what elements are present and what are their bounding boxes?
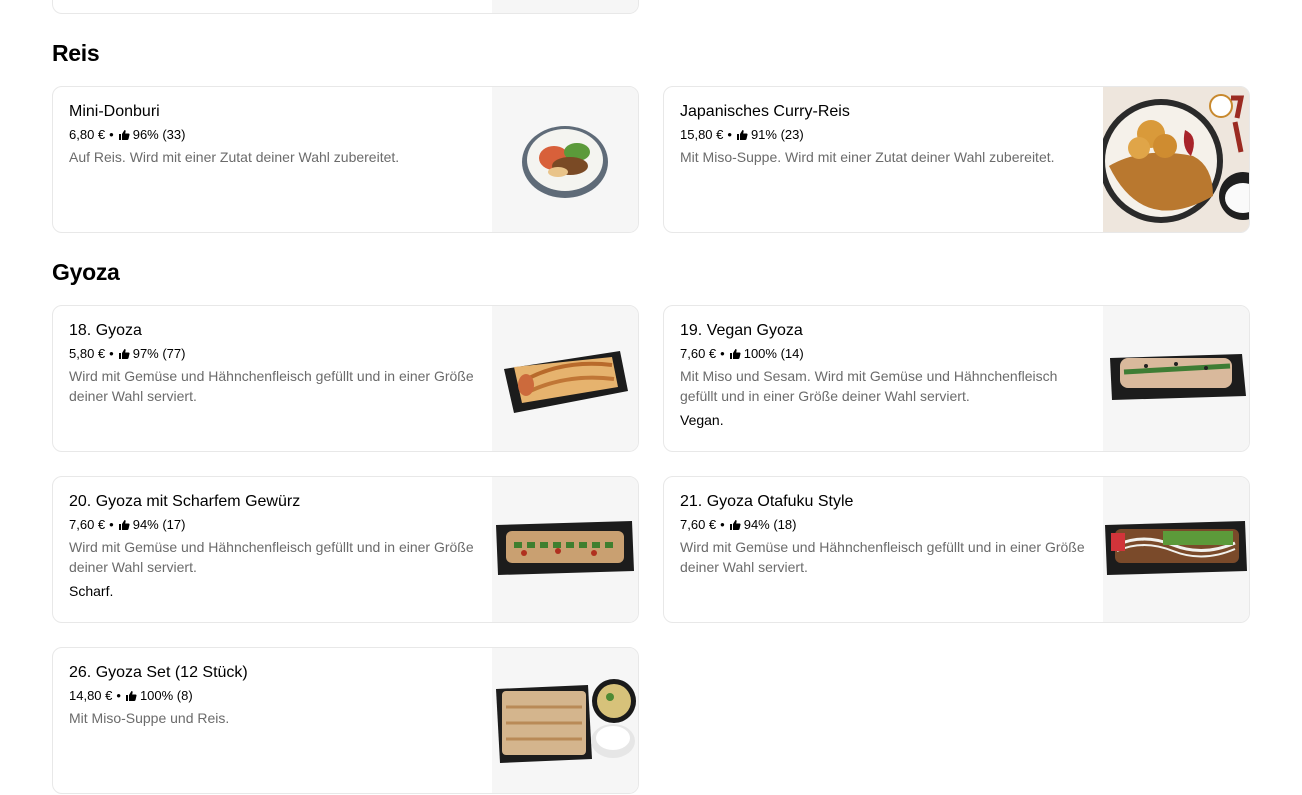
section-title-reis: Reis: [52, 40, 100, 66]
item-description: Auf Reis. Wird mit einer Zutat deiner Wa…: [69, 149, 400, 165]
item-price: 5,80 €: [69, 346, 106, 361]
item-name: 19. Vegan Gyoza: [680, 322, 803, 339]
item-tag: Vegan.: [680, 412, 724, 428]
item-price: 6,80 €: [69, 127, 106, 142]
separator: •: [109, 346, 114, 361]
item-meta: 7,60 € • 100% (14): [680, 346, 1090, 362]
menu-item-card-gyoza-otafuku-style[interactable]: 21. Gyoza Otafuku Style 7,60 € • 94% (18…: [663, 476, 1250, 623]
thumbs-up-icon: [118, 349, 130, 359]
menu-item-card-gyoza-mit-scharfem-gewuerz[interactable]: 20. Gyoza mit Scharfem Gewürz 7,60 € • 9…: [52, 476, 639, 623]
item-name: Japanisches Curry-Reis: [680, 103, 850, 120]
thumbs-up-icon: [729, 349, 741, 359]
item-description: Mit Miso-Suppe. Wird mit einer Zutat dei…: [680, 149, 1055, 165]
item-rating: 96% (33): [132, 127, 186, 142]
thumbs-up-icon: [125, 691, 137, 701]
item-name: 18. Gyoza: [69, 322, 142, 339]
section-title-gyoza: Gyoza: [52, 259, 120, 285]
item-meta: 14,80 € • 100% (8): [69, 688, 479, 704]
item-name: Mini-Donburi: [69, 103, 160, 120]
item-image: [492, 648, 638, 793]
item-price: 7,60 €: [680, 346, 717, 361]
separator: •: [109, 127, 114, 142]
item-image: [492, 0, 638, 13]
separator: •: [727, 127, 732, 142]
item-price: 7,60 €: [69, 517, 106, 532]
item-name: 26. Gyoza Set (12 Stück): [69, 664, 248, 681]
thumbs-up-icon: [736, 130, 748, 140]
menu-item-card-mini-donburi[interactable]: Mini-Donburi 6,80 € • 96% (33) Auf Reis.…: [52, 86, 639, 233]
item-tag: Scharf.: [69, 583, 114, 599]
thumbs-up-icon: [729, 520, 741, 530]
menu-item-card-vegan-gyoza[interactable]: 19. Vegan Gyoza 7,60 € • 100% (14) Mit M…: [663, 305, 1250, 452]
item-image: [492, 477, 638, 622]
item-rating: 100% (14): [743, 346, 804, 361]
item-meta: 7,60 € • 94% (17): [69, 517, 479, 533]
item-meta: 7,60 € • 94% (18): [680, 517, 1090, 533]
item-image: [1103, 477, 1249, 622]
item-image: [1103, 306, 1249, 451]
separator: •: [109, 517, 114, 532]
separator: •: [720, 517, 725, 532]
item-description: Wird mit Gemüse und Hähnchenfleisch gefü…: [69, 539, 474, 575]
item-image: [1103, 87, 1249, 232]
item-price: 14,80 €: [69, 688, 113, 703]
item-image: [492, 87, 638, 232]
item-rating: 100% (8): [139, 688, 193, 703]
item-meta: 15,80 € • 91% (23): [680, 127, 1090, 143]
item-description: Mit Miso-Suppe und Reis.: [69, 710, 230, 726]
menu-item-card-gyoza-set[interactable]: 26. Gyoza Set (12 Stück) 14,80 € • 100% …: [52, 647, 639, 794]
thumbs-up-icon: [118, 130, 130, 140]
separator: •: [720, 346, 725, 361]
item-price: 7,60 €: [680, 517, 717, 532]
item-rating: 97% (77): [132, 346, 186, 361]
menu-item-card-japanisches-curry-reis[interactable]: Japanisches Curry-Reis 15,80 € • 91% (23…: [663, 86, 1250, 233]
item-name: 21. Gyoza Otafuku Style: [680, 493, 854, 510]
item-meta: 6,80 € • 96% (33): [69, 127, 479, 143]
item-rating: 91% (23): [750, 127, 804, 142]
item-description: Wird mit Gemüse und Hähnchenfleisch gefü…: [69, 368, 474, 404]
thumbs-up-icon: [118, 520, 130, 530]
item-price: 15,80 €: [680, 127, 724, 142]
item-meta: 5,80 € • 97% (77): [69, 346, 479, 362]
item-rating: 94% (18): [743, 517, 797, 532]
item-name: 20. Gyoza mit Scharfem Gewürz: [69, 493, 301, 510]
item-description: Wird mit Gemüse und Hähnchenfleisch gefü…: [680, 539, 1085, 575]
menu-item-card-gyoza[interactable]: 18. Gyoza 5,80 € • 97% (77) Wird mit Gem…: [52, 305, 639, 452]
item-description: Mit Miso und Sesam. Wird mit Gemüse und …: [680, 368, 1058, 404]
separator: •: [116, 688, 121, 703]
previous-menu-item-card[interactable]: [52, 0, 639, 14]
item-rating: 94% (17): [132, 517, 186, 532]
item-image: [492, 306, 638, 451]
